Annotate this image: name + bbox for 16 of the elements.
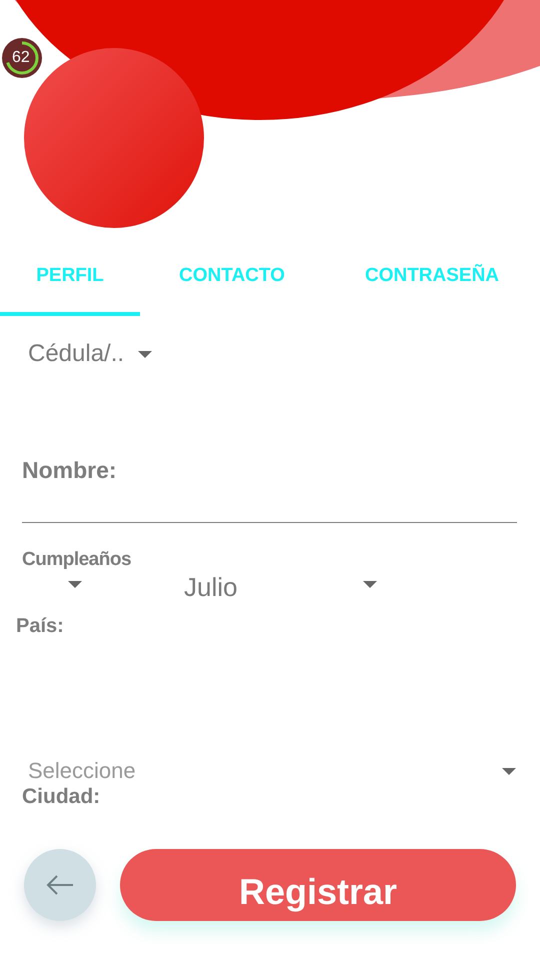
- tab[interactable]: CONTRASEÑA: [324, 240, 540, 316]
- register-button[interactable]: Registrar: [120, 849, 516, 921]
- country-dropdown[interactable]: Seleccione: [28, 759, 136, 783]
- month-dropdown[interactable]: Julio: [184, 573, 238, 601]
- day-dropdown-caret-icon[interactable]: [68, 581, 82, 588]
- back-arrow-icon: [45, 874, 75, 896]
- field-label: Cumpleaños: [22, 549, 132, 571]
- tab[interactable]: CONTACTO: [140, 240, 324, 316]
- month-dropdown-caret-icon[interactable]: [363, 581, 378, 588]
- field-label: País:: [16, 615, 65, 637]
- fps-value: 62: [12, 49, 30, 67]
- field-label: Ciudad:: [22, 785, 102, 809]
- dropdown-caret-icon[interactable]: [502, 768, 516, 774]
- id-type-dropdown[interactable]: Cédula/..: [28, 340, 152, 368]
- field-label: Nombre:: [22, 456, 118, 484]
- tab[interactable]: PERFIL: [0, 240, 140, 316]
